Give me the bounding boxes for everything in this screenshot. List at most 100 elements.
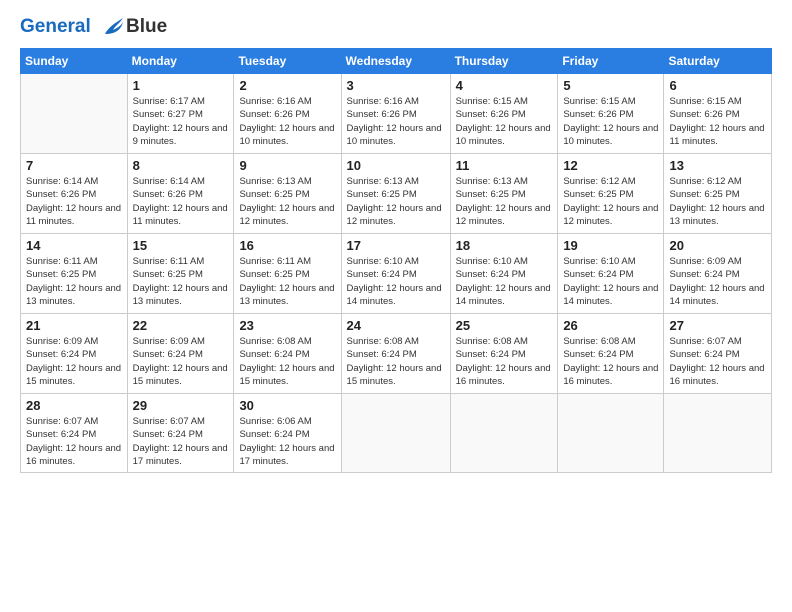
day-detail: Sunrise: 6:15 AMSunset: 6:26 PMDaylight:…: [563, 95, 658, 148]
day-number: 22: [133, 318, 229, 333]
page: General Blue SundayMondayTuesdayWednesda…: [0, 0, 792, 612]
calendar-cell: 4 Sunrise: 6:15 AMSunset: 6:26 PMDaylight…: [450, 74, 558, 154]
day-detail: Sunrise: 6:08 AMSunset: 6:24 PMDaylight:…: [456, 335, 553, 388]
day-detail: Sunrise: 6:09 AMSunset: 6:24 PMDaylight:…: [669, 255, 766, 308]
calendar-cell: 23Sunrise: 6:08 AMSunset: 6:24 PMDayligh…: [234, 314, 341, 394]
calendar-cell: 9 Sunrise: 6:13 AMSunset: 6:25 PMDaylight…: [234, 154, 341, 234]
day-number: 21: [26, 318, 122, 333]
calendar-body: 1 Sunrise: 6:17 AMSunset: 6:27 PMDaylight…: [21, 74, 772, 473]
day-detail: Sunrise: 6:07 AMSunset: 6:24 PMDaylight:…: [669, 335, 766, 388]
weekday-header-thursday: Thursday: [450, 49, 558, 74]
calendar-cell: [341, 394, 450, 473]
day-number: 8: [133, 158, 229, 173]
day-detail: Sunrise: 6:09 AMSunset: 6:24 PMDaylight:…: [133, 335, 229, 388]
day-detail: Sunrise: 6:09 AMSunset: 6:24 PMDaylight:…: [26, 335, 122, 388]
day-number: 17: [347, 238, 445, 253]
day-detail: Sunrise: 6:07 AMSunset: 6:24 PMDaylight:…: [26, 415, 122, 468]
calendar-week-2: 14 Sunrise: 6:11 AMSunset: 6:25 PMDayligh…: [21, 234, 772, 314]
logo-blue: Blue: [126, 16, 167, 38]
calendar-cell: 18 Sunrise: 6:10 AMSunset: 6:24 PMDayligh…: [450, 234, 558, 314]
calendar-cell: 21 Sunrise: 6:09 AMSunset: 6:24 PMDayligh…: [21, 314, 128, 394]
calendar-week-4: 28 Sunrise: 6:07 AMSunset: 6:24 PMDayligh…: [21, 394, 772, 473]
day-detail: Sunrise: 6:17 AMSunset: 6:27 PMDaylight:…: [133, 95, 229, 148]
calendar-cell: 2Sunrise: 6:16 AMSunset: 6:26 PMDaylight…: [234, 74, 341, 154]
day-number: 28: [26, 398, 122, 413]
day-number: 1: [133, 78, 229, 93]
calendar-cell: 22 Sunrise: 6:09 AMSunset: 6:24 PMDayligh…: [127, 314, 234, 394]
calendar-week-1: 7 Sunrise: 6:14 AMSunset: 6:26 PMDaylight…: [21, 154, 772, 234]
day-detail: Sunrise: 6:11 AMSunset: 6:25 PMDaylight:…: [26, 255, 122, 308]
day-number: 25: [456, 318, 553, 333]
calendar-cell: 7 Sunrise: 6:14 AMSunset: 6:26 PMDaylight…: [21, 154, 128, 234]
calendar-cell: [558, 394, 664, 473]
weekday-header-sunday: Sunday: [21, 49, 128, 74]
day-number: 4: [456, 78, 553, 93]
weekday-header-tuesday: Tuesday: [234, 49, 341, 74]
weekday-header-wednesday: Wednesday: [341, 49, 450, 74]
calendar-cell: 25 Sunrise: 6:08 AMSunset: 6:24 PMDayligh…: [450, 314, 558, 394]
calendar-cell: [21, 74, 128, 154]
day-detail: Sunrise: 6:10 AMSunset: 6:24 PMDaylight:…: [347, 255, 445, 308]
calendar-cell: 13Sunrise: 6:12 AMSunset: 6:25 PMDayligh…: [664, 154, 772, 234]
calendar-cell: 1 Sunrise: 6:17 AMSunset: 6:27 PMDaylight…: [127, 74, 234, 154]
day-number: 11: [456, 158, 553, 173]
calendar-cell: 3 Sunrise: 6:16 AMSunset: 6:26 PMDaylight…: [341, 74, 450, 154]
calendar-cell: 29 Sunrise: 6:07 AMSunset: 6:24 PMDayligh…: [127, 394, 234, 473]
day-number: 18: [456, 238, 553, 253]
calendar-cell: 8 Sunrise: 6:14 AMSunset: 6:26 PMDaylight…: [127, 154, 234, 234]
day-number: 27: [669, 318, 766, 333]
calendar-cell: 30Sunrise: 6:06 AMSunset: 6:24 PMDayligh…: [234, 394, 341, 473]
day-detail: Sunrise: 6:08 AMSunset: 6:24 PMDaylight:…: [239, 335, 335, 388]
day-detail: Sunrise: 6:10 AMSunset: 6:24 PMDaylight:…: [563, 255, 658, 308]
calendar-cell: 17 Sunrise: 6:10 AMSunset: 6:24 PMDayligh…: [341, 234, 450, 314]
calendar-week-3: 21 Sunrise: 6:09 AMSunset: 6:24 PMDayligh…: [21, 314, 772, 394]
day-detail: Sunrise: 6:14 AMSunset: 6:26 PMDaylight:…: [26, 175, 122, 228]
logo-bird-icon: [97, 16, 123, 38]
calendar-cell: 14 Sunrise: 6:11 AMSunset: 6:25 PMDayligh…: [21, 234, 128, 314]
calendar-cell: 15Sunrise: 6:11 AMSunset: 6:25 PMDayligh…: [127, 234, 234, 314]
day-detail: Sunrise: 6:15 AMSunset: 6:26 PMDaylight:…: [456, 95, 553, 148]
day-number: 19: [563, 238, 658, 253]
calendar-cell: 12 Sunrise: 6:12 AMSunset: 6:25 PMDayligh…: [558, 154, 664, 234]
day-number: 12: [563, 158, 658, 173]
day-number: 30: [239, 398, 335, 413]
day-detail: Sunrise: 6:13 AMSunset: 6:25 PMDaylight:…: [347, 175, 445, 228]
day-number: 29: [133, 398, 229, 413]
day-detail: Sunrise: 6:16 AMSunset: 6:26 PMDaylight:…: [347, 95, 445, 148]
day-number: 20: [669, 238, 766, 253]
day-detail: Sunrise: 6:16 AMSunset: 6:26 PMDaylight:…: [239, 95, 335, 148]
day-number: 7: [26, 158, 122, 173]
calendar-header: SundayMondayTuesdayWednesdayThursdayFrid…: [21, 49, 772, 74]
weekday-row: SundayMondayTuesdayWednesdayThursdayFrid…: [21, 49, 772, 74]
day-detail: Sunrise: 6:07 AMSunset: 6:24 PMDaylight:…: [133, 415, 229, 468]
logo-text: General: [20, 16, 124, 38]
calendar-cell: 11Sunrise: 6:13 AMSunset: 6:25 PMDayligh…: [450, 154, 558, 234]
calendar-cell: 28 Sunrise: 6:07 AMSunset: 6:24 PMDayligh…: [21, 394, 128, 473]
day-number: 3: [347, 78, 445, 93]
day-number: 24: [347, 318, 445, 333]
day-detail: Sunrise: 6:13 AMSunset: 6:25 PMDaylight:…: [239, 175, 335, 228]
calendar-cell: 10 Sunrise: 6:13 AMSunset: 6:25 PMDayligh…: [341, 154, 450, 234]
calendar-cell: 20 Sunrise: 6:09 AMSunset: 6:24 PMDayligh…: [664, 234, 772, 314]
day-detail: Sunrise: 6:08 AMSunset: 6:24 PMDaylight:…: [347, 335, 445, 388]
day-detail: Sunrise: 6:08 AMSunset: 6:24 PMDaylight:…: [563, 335, 658, 388]
day-detail: Sunrise: 6:11 AMSunset: 6:25 PMDaylight:…: [133, 255, 229, 308]
calendar-cell: 5 Sunrise: 6:15 AMSunset: 6:26 PMDaylight…: [558, 74, 664, 154]
day-detail: Sunrise: 6:10 AMSunset: 6:24 PMDaylight:…: [456, 255, 553, 308]
day-number: 10: [347, 158, 445, 173]
weekday-header-friday: Friday: [558, 49, 664, 74]
day-detail: Sunrise: 6:15 AMSunset: 6:26 PMDaylight:…: [669, 95, 766, 148]
day-detail: Sunrise: 6:12 AMSunset: 6:25 PMDaylight:…: [563, 175, 658, 228]
calendar-cell: 19 Sunrise: 6:10 AMSunset: 6:24 PMDayligh…: [558, 234, 664, 314]
weekday-header-saturday: Saturday: [664, 49, 772, 74]
day-detail: Sunrise: 6:14 AMSunset: 6:26 PMDaylight:…: [133, 175, 229, 228]
calendar-cell: [450, 394, 558, 473]
logo: General Blue: [20, 16, 167, 38]
calendar-cell: 26Sunrise: 6:08 AMSunset: 6:24 PMDayligh…: [558, 314, 664, 394]
day-number: 5: [563, 78, 658, 93]
day-number: 9: [239, 158, 335, 173]
day-number: 14: [26, 238, 122, 253]
calendar-cell: 6 Sunrise: 6:15 AMSunset: 6:26 PMDaylight…: [664, 74, 772, 154]
day-number: 6: [669, 78, 766, 93]
calendar-cell: [664, 394, 772, 473]
